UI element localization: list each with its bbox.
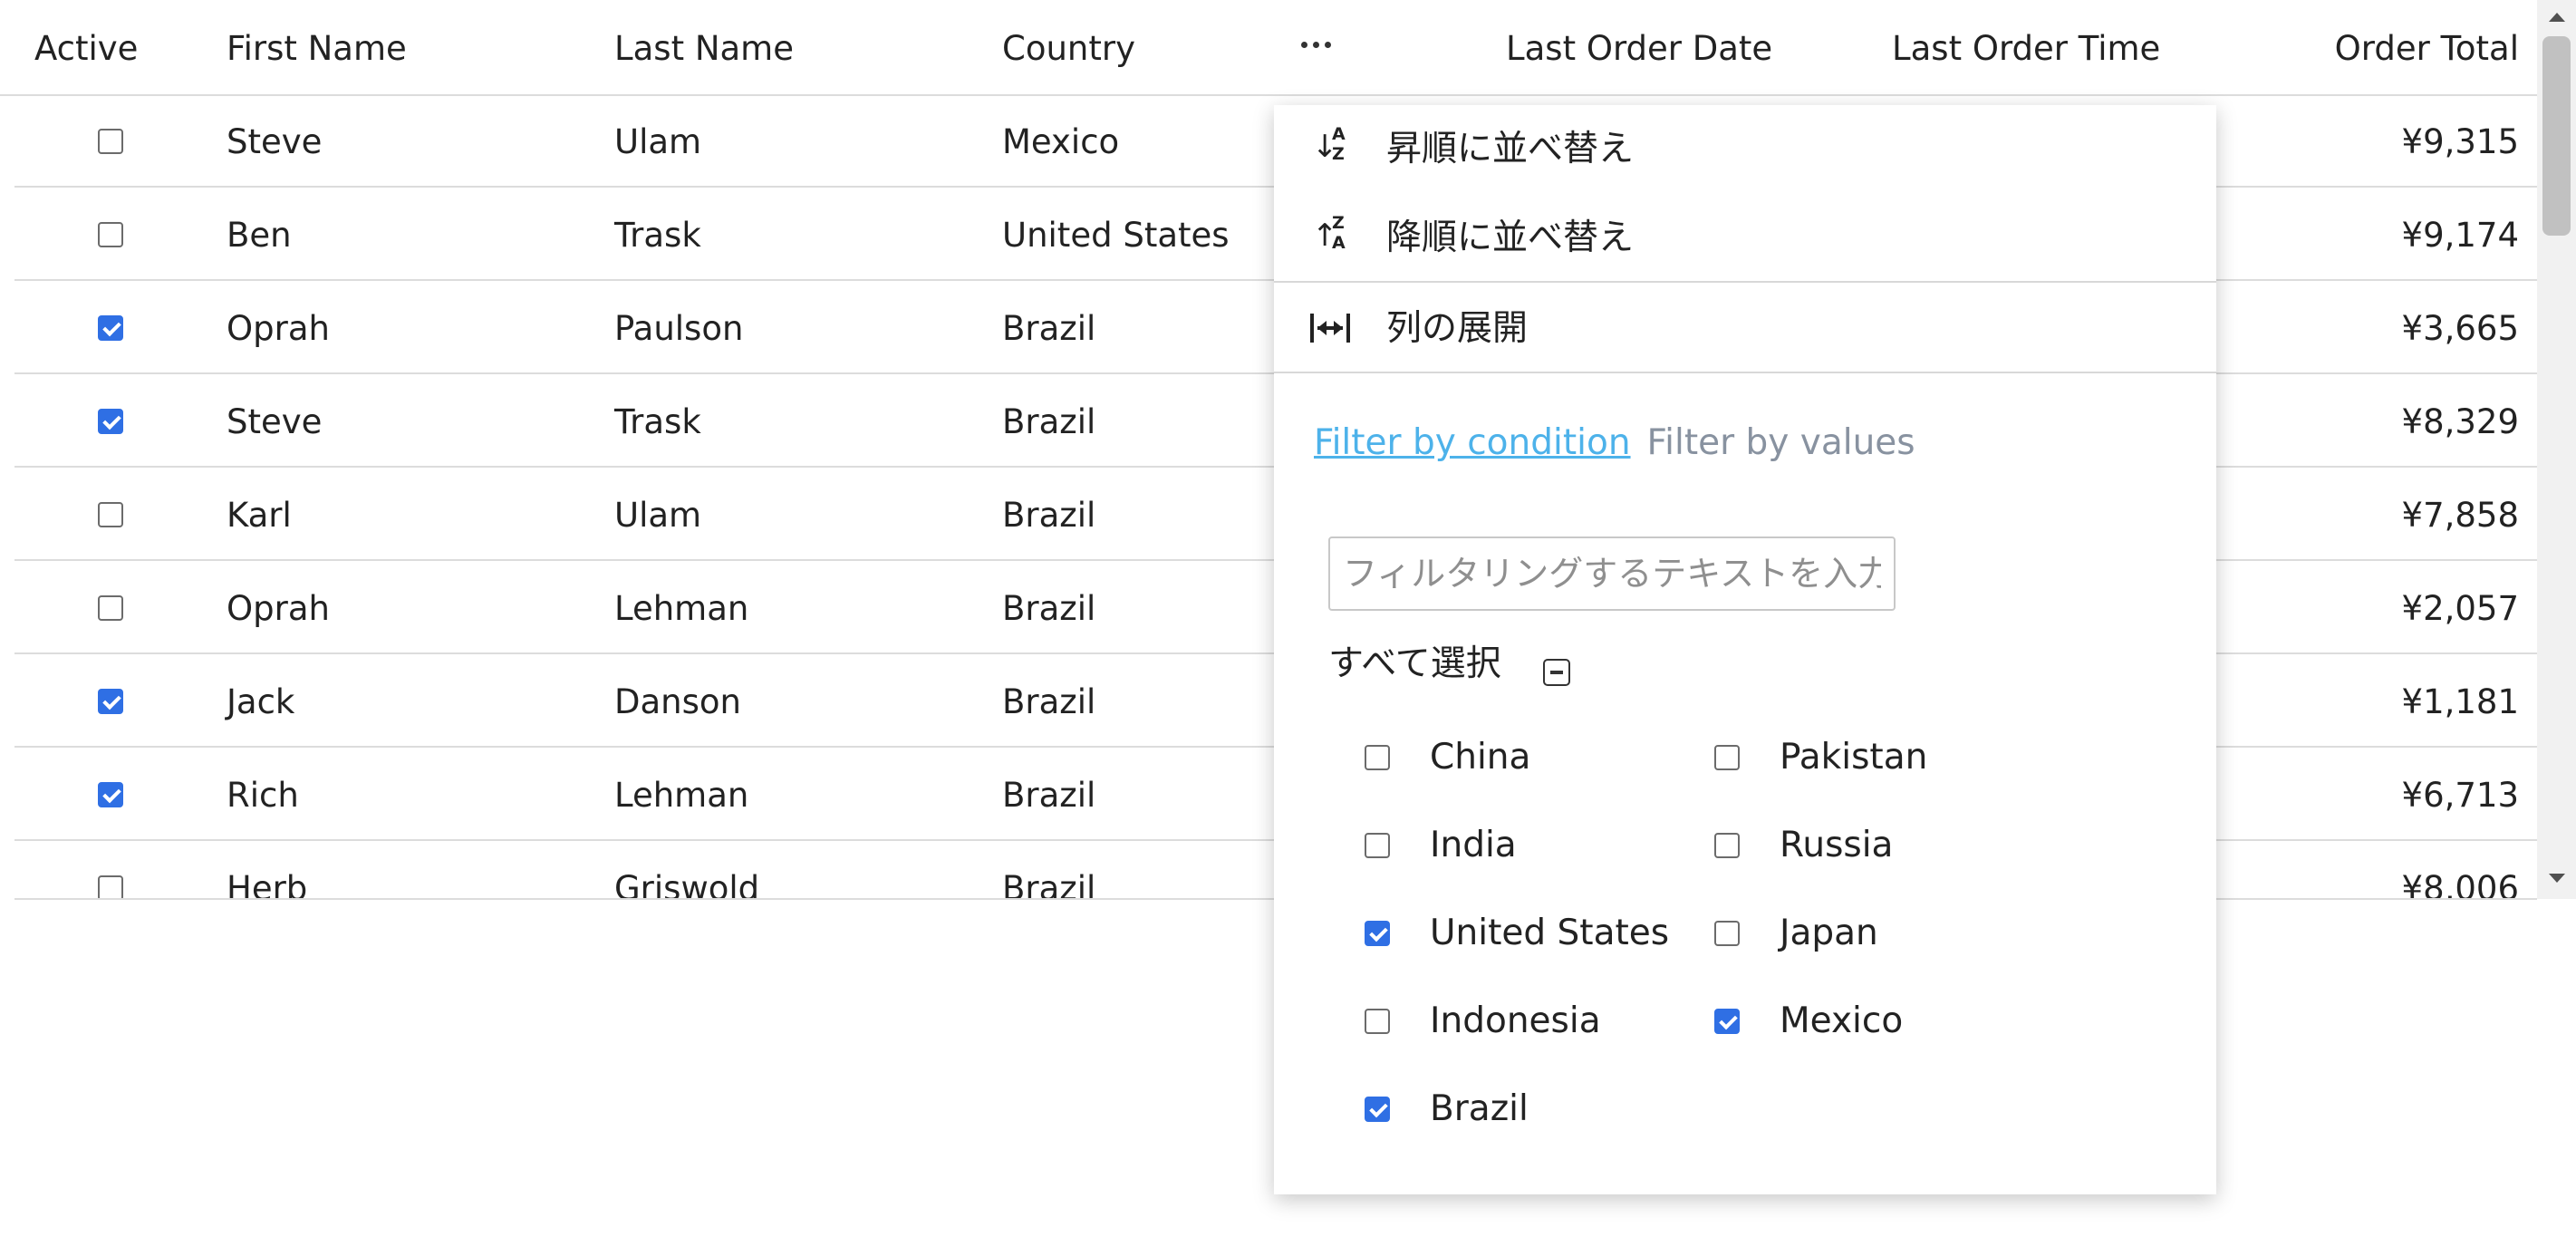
filter-value-label: Russia [1780, 825, 1894, 865]
cell-last-name: Ulam [614, 496, 702, 535]
cell-order-total: ¥9,174 [2401, 216, 2519, 255]
filter-value-label: Brazil [1430, 1088, 1529, 1129]
filter-value-checkbox[interactable] [1365, 833, 1390, 858]
scrollbar-thumb[interactable] [2542, 36, 2571, 236]
filter-value-checkbox[interactable] [1365, 1009, 1390, 1034]
column-menu: ↓ A Z 昇順に並べ替え ↑ Z A 降順に並べ替え 列の展開 Filter by c… [1274, 105, 2216, 1194]
cell-last-name: Paulson [614, 309, 744, 348]
select-all-label[interactable]: すべて選択 [1328, 642, 1501, 687]
column-header-country[interactable]: Country [1002, 0, 1135, 94]
filter-value-checkbox[interactable] [1714, 1009, 1740, 1034]
active-checkbox[interactable] [98, 502, 123, 527]
cell-order-total: ¥9,315 [2401, 122, 2519, 161]
column-header-last-order-date[interactable]: Last Order Date [1506, 0, 1772, 94]
cell-first-name: Steve [227, 122, 323, 161]
column-header-order-total[interactable]: Order Total [2265, 0, 2519, 94]
expand-column-label: 列の展開 [1386, 308, 1529, 349]
filter-value-label: Japan [1780, 913, 1878, 953]
filter-value-checkbox[interactable] [1365, 921, 1390, 946]
cell-order-total: ¥1,181 [2401, 682, 2519, 721]
active-checkbox[interactable] [98, 689, 123, 714]
sort-descending-item[interactable]: ↑ Z A 降順に並べ替え [1274, 194, 2216, 281]
cell-last-name: Ulam [614, 122, 702, 161]
cell-order-total: ¥2,057 [2401, 589, 2519, 628]
cell-first-name: Herb [227, 869, 308, 899]
cell-last-name: Lehman [614, 776, 749, 815]
filter-value-label: Pakistan [1780, 737, 1928, 778]
cell-country: Brazil [1002, 309, 1096, 348]
cell-first-name: Oprah [227, 589, 330, 628]
sort-ascending-item[interactable]: ↓ A Z 昇順に並べ替え [1274, 105, 2216, 192]
menu-divider [1274, 372, 2216, 373]
cell-order-total: ¥8,329 [2401, 402, 2519, 441]
filter-value-checkbox[interactable] [1714, 833, 1740, 858]
filter-value-label: Mexico [1780, 1000, 1904, 1041]
active-checkbox[interactable] [98, 222, 123, 247]
cell-order-total: ¥6,713 [2401, 776, 2519, 815]
expand-column-icon [1310, 314, 1350, 343]
tab-filter-by-condition[interactable]: Filter by condition [1314, 422, 1631, 463]
scroll-down-arrow-icon[interactable] [2549, 874, 2565, 883]
cell-country: United States [1002, 216, 1230, 255]
cell-last-name: Trask [614, 402, 701, 441]
sort-ascending-icon: ↓ A Z [1312, 124, 1346, 165]
sort-descending-icon: ↑ Z A [1312, 213, 1346, 254]
filter-value-checkbox[interactable] [1365, 1097, 1390, 1122]
filter-value-checkbox[interactable] [1714, 921, 1740, 946]
more-options-icon[interactable] [1301, 36, 1334, 54]
filter-value-label: India [1430, 825, 1517, 865]
cell-country: Mexico [1002, 122, 1120, 161]
column-header-last-name[interactable]: Last Name [614, 0, 794, 94]
cell-order-total: ¥7,858 [2401, 496, 2519, 535]
grid-header: Active First Name Last Name Country Last… [0, 0, 2537, 96]
cell-last-name: Lehman [614, 589, 749, 628]
cell-last-name: Griswold [614, 869, 760, 899]
filter-tabs: Filter by condition Filter by values [1314, 422, 1915, 463]
column-header-active[interactable]: Active [34, 0, 138, 94]
filter-value-label: United States [1430, 913, 1670, 953]
active-checkbox[interactable] [98, 595, 123, 621]
filter-value-checkbox[interactable] [1365, 745, 1390, 770]
cell-last-name: Danson [614, 682, 741, 721]
cell-first-name: Steve [227, 402, 323, 441]
filter-value-label: Indonesia [1430, 1000, 1601, 1041]
filter-text-input[interactable] [1328, 536, 1896, 611]
active-checkbox[interactable] [98, 782, 123, 807]
expand-column-item[interactable]: 列の展開 [1274, 285, 2216, 372]
cell-first-name: Ben [227, 216, 292, 255]
cell-country: Brazil [1002, 402, 1096, 441]
cell-country: Brazil [1002, 776, 1096, 815]
column-header-first-name[interactable]: First Name [227, 0, 407, 94]
cell-order-total: ¥8,006 [2401, 869, 2519, 899]
cell-country: Brazil [1002, 869, 1096, 899]
select-all-indeterminate-checkbox[interactable] [1543, 659, 1570, 686]
scroll-up-arrow-icon[interactable] [2549, 13, 2565, 22]
cell-country: Brazil [1002, 496, 1096, 535]
sort-ascending-label: 昇順に並べ替え [1386, 129, 1635, 169]
cell-order-total: ¥3,665 [2401, 309, 2519, 348]
menu-divider [1274, 281, 2216, 283]
filter-value-label: China [1430, 737, 1531, 778]
cell-last-name: Trask [614, 216, 701, 255]
vertical-scrollbar[interactable] [2537, 0, 2576, 899]
cell-country: Brazil [1002, 682, 1096, 721]
cell-first-name: Jack [227, 682, 295, 721]
active-checkbox[interactable] [98, 875, 123, 899]
active-checkbox[interactable] [98, 409, 123, 434]
cell-country: Brazil [1002, 589, 1096, 628]
sort-descending-label: 降順に並べ替え [1386, 217, 1635, 258]
tab-filter-by-values[interactable]: Filter by values [1647, 422, 1915, 463]
column-header-last-order-time[interactable]: Last Order Time [1892, 0, 2160, 94]
cell-first-name: Rich [227, 776, 299, 815]
cell-first-name: Karl [227, 496, 292, 535]
cell-first-name: Oprah [227, 309, 330, 348]
filter-value-checkbox[interactable] [1714, 745, 1740, 770]
active-checkbox[interactable] [98, 315, 123, 341]
active-checkbox[interactable] [98, 129, 123, 154]
